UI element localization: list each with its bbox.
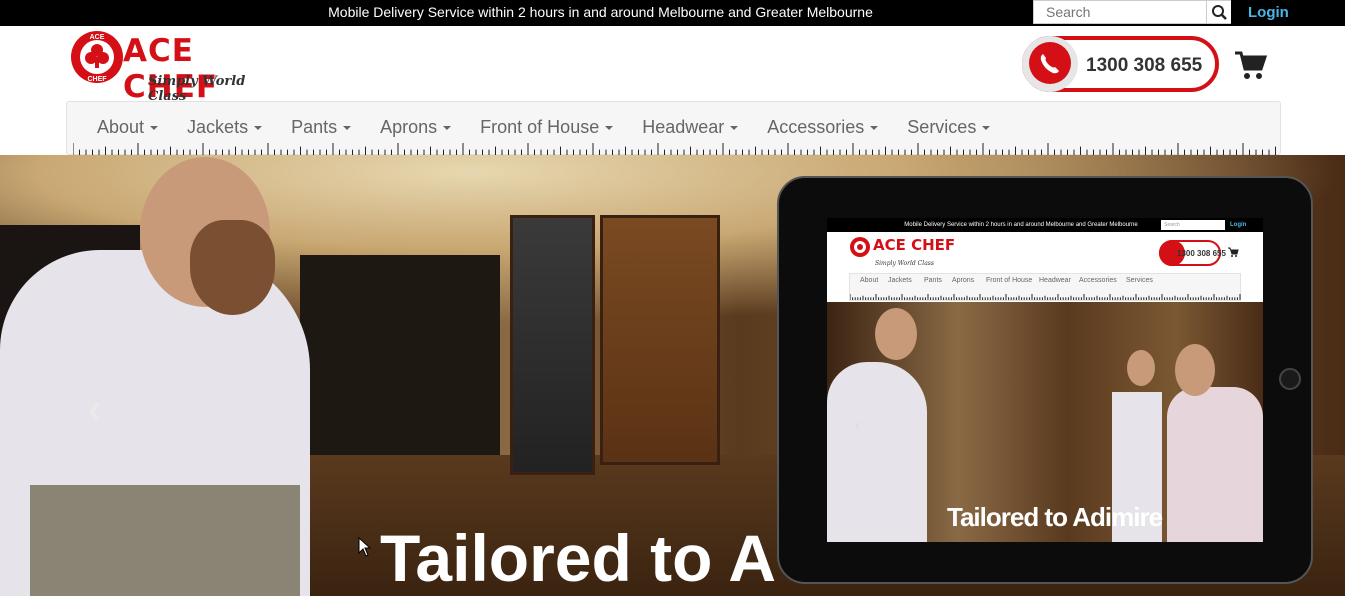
mini-nav-item: Front of House [986, 277, 1033, 284]
mini-nav-item: Headwear [1039, 277, 1071, 284]
login-link[interactable]: Login [1248, 0, 1289, 25]
badge-top-text: ACE [90, 34, 105, 41]
wooden-door [600, 215, 720, 465]
mini-nav-item: About [860, 277, 879, 284]
mouse-cursor-icon [358, 537, 372, 557]
tablet-home-button [1279, 368, 1301, 390]
caret-down-icon [605, 126, 614, 131]
phone-icon-circle [1022, 36, 1078, 92]
hero-title: Tailored to A [380, 521, 776, 595]
mini-prev-arrow: ‹ [855, 417, 861, 434]
mini-man-figure [1167, 387, 1263, 542]
mini-navbar: About Jackets Pants Aprons Front of Hous… [849, 273, 1241, 301]
badge-bottom-text: CHEF [87, 76, 107, 83]
nav-label: Accessories [767, 117, 865, 137]
man-beard [190, 220, 275, 315]
search-icon [1212, 5, 1227, 20]
caret-down-icon [730, 126, 739, 131]
mini-nav-item: Aprons [952, 277, 975, 284]
nav-label: Aprons [380, 117, 438, 137]
caret-down-icon [443, 126, 452, 131]
wooden-door [510, 215, 595, 475]
nav-label: Headwear [642, 117, 725, 137]
caret-down-icon [150, 126, 159, 131]
delivery-promo-text: Mobile Delivery Service within 2 hours i… [328, 4, 873, 20]
nav-item-front-of-house[interactable]: Front of House [465, 102, 627, 140]
mini-man-head [1175, 344, 1215, 396]
mini-tape-ruler [850, 294, 1241, 300]
mini-nav-item: Pants [924, 277, 942, 284]
mini-top-bar: Mobile Delivery Service within 2 hours i… [827, 218, 1263, 232]
mini-nav-item: Jackets [888, 277, 912, 284]
cart-icon[interactable] [1233, 48, 1267, 82]
mini-cart-icon [1228, 247, 1239, 257]
nav-label: Jackets [187, 117, 249, 137]
nav-item-aprons[interactable]: Aprons [365, 102, 465, 140]
nav-item-accessories[interactable]: Accessories [752, 102, 892, 140]
nav-label: Front of House [480, 117, 600, 137]
mini-hero-title: Tailored to Adimire [947, 502, 1163, 532]
mini-nav-item: Services [1126, 277, 1153, 284]
mini-man-figure [827, 362, 927, 542]
mini-logo-brand: ACE CHEF [873, 236, 956, 254]
logo-tagline: Simply World Class [148, 74, 246, 104]
mini-phone-number: 1300 308 655 [1177, 249, 1226, 258]
carousel-prev-arrow[interactable]: ‹ [88, 387, 101, 432]
phone-icon [1040, 54, 1059, 74]
phone-number: 1300 308 655 [1086, 55, 1203, 76]
main-navbar: About Jackets Pants Aprons Front of Hous… [66, 101, 1281, 155]
caret-down-icon [870, 126, 879, 131]
phone-button[interactable]: 1300 308 655 [1022, 36, 1219, 92]
mini-login: Login [1230, 222, 1247, 228]
nav-item-headwear[interactable]: Headwear [627, 102, 752, 140]
search-button[interactable] [1206, 1, 1231, 23]
search-input[interactable] [1034, 1, 1206, 23]
mini-hero: ‹ › Tailored to Adimire [827, 302, 1263, 542]
mini-search: Search [1161, 220, 1225, 230]
search-box [1033, 0, 1231, 24]
nav-item-pants[interactable]: Pants [276, 102, 365, 140]
mini-logo-tagline: Simply World Class [875, 260, 934, 267]
top-bar: Mobile Delivery Service within 2 hours i… [0, 0, 1345, 26]
caret-down-icon [254, 126, 263, 131]
clothing-rack [300, 255, 500, 455]
nav-item-jackets[interactable]: Jackets [172, 102, 276, 140]
caret-down-icon [982, 126, 991, 131]
nav-label: Pants [291, 117, 338, 137]
nav-item-about[interactable]: About [67, 102, 172, 140]
tablet-screen: Mobile Delivery Service within 2 hours i… [827, 218, 1263, 542]
nav-item-services[interactable]: Services [892, 102, 1004, 140]
man-trousers [30, 485, 300, 596]
tablet-mockup: Mobile Delivery Service within 2 hours i… [777, 176, 1313, 584]
nav-label: Services [907, 117, 977, 137]
tape-measure-ruler [73, 143, 1276, 155]
mini-club-badge-icon [850, 237, 870, 257]
mini-man-head [875, 308, 917, 360]
mini-man-head [1127, 350, 1155, 386]
nav-label: About [97, 117, 145, 137]
mini-promo-text: Mobile Delivery Service within 2 hours i… [904, 222, 1138, 228]
mini-nav-item: Accessories [1079, 277, 1117, 284]
mini-next-arrow: › [1227, 417, 1233, 434]
ace-chef-logo[interactable]: ACE CHEF ACE CHEF Simply World Class [70, 29, 280, 105]
caret-down-icon [343, 126, 352, 131]
mini-phone: 1300 308 655 [1159, 240, 1226, 266]
club-badge-icon: ACE CHEF [71, 31, 123, 83]
